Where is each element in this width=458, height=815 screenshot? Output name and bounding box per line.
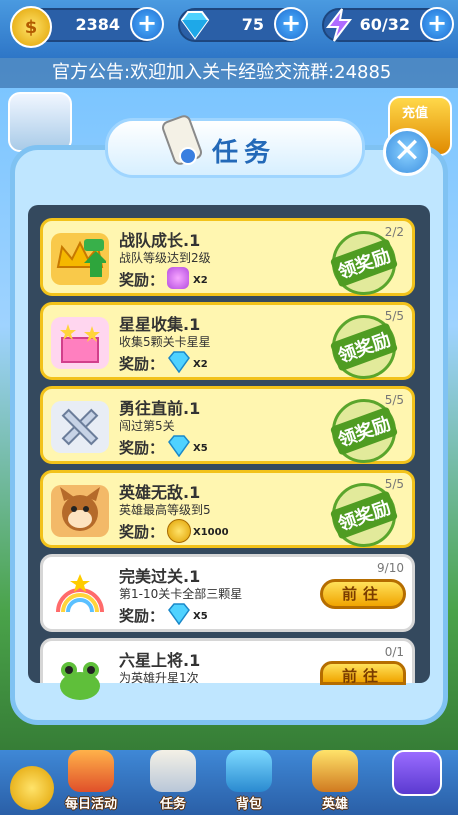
task-progress: 0/1 <box>384 645 404 659</box>
exp-crown-icon <box>51 233 109 285</box>
task-name: 六星上将.1 <box>119 651 201 670</box>
task-name: 完美过关.1 <box>119 567 201 586</box>
nav-label: 英雄 <box>321 797 348 812</box>
task-row: 星星收集.1 收集5颗关卡星星 奖励： X2 5/5 领奖励 <box>40 302 415 380</box>
reward-label: 奖励： <box>119 271 165 289</box>
announcement-marquee: 官方公告:欢迎加入关卡经验交流群:24885 <box>0 58 458 88</box>
nav-label: 每日活动 <box>64 797 117 812</box>
task-row: 战队成长.1 战队等级达到2级 奖励： X2 2/2 领奖励 <box>40 218 415 296</box>
add-gold-button[interactable]: + <box>130 7 164 41</box>
claim-reward-button[interactable]: 领奖励 <box>326 399 402 463</box>
task-row: 英雄无敌.1 英雄最高等级到5 奖励： X1000 5/5 领奖励 <box>40 470 415 548</box>
go-button[interactable]: 前往 <box>320 579 406 609</box>
star-gift-icon <box>51 317 109 369</box>
task-progress: 9/10 <box>377 561 404 575</box>
hero-face-icon <box>51 485 109 537</box>
hero-icon <box>312 750 358 792</box>
gold-coin-icon: $ <box>10 6 52 48</box>
rainbow-stars-icon <box>51 569 109 621</box>
close-button[interactable]: ✕ <box>383 128 431 176</box>
diamond-icon <box>167 351 190 374</box>
task-description: 战队等级达到2级 <box>119 251 211 265</box>
diamond-icon <box>167 603 190 626</box>
gem-value: 75 <box>241 15 264 34</box>
go-button[interactable]: 前往 <box>320 661 406 685</box>
crossed-swords-icon <box>51 401 109 453</box>
gift-icon <box>68 750 114 792</box>
add-energy-button[interactable]: + <box>420 7 454 41</box>
potion-icon <box>167 267 189 289</box>
task-name: 星星收集.1 <box>119 315 201 334</box>
diamond-icon <box>167 435 190 458</box>
recharge-label: 充值 <box>402 106 429 121</box>
reward-amount: X5 <box>193 611 208 622</box>
sign-in-icon[interactable] <box>8 92 72 152</box>
add-gems-button[interactable]: + <box>274 7 308 41</box>
gold-counter: $ 2384 + <box>10 6 164 48</box>
reward-label: 奖励： <box>119 439 165 457</box>
dialog-title: 任务 <box>212 138 277 168</box>
lightning-icon <box>320 6 358 44</box>
gold-coin-icon <box>167 519 191 543</box>
task-row: 六星上将.1 为英雄升星1次 0/1 前往 <box>40 638 415 700</box>
reward-label: 奖励： <box>119 523 165 541</box>
task-row: 完美过关.1 第1-10关卡全部三颗星 奖励： X5 9/10 前往 <box>40 554 415 632</box>
nav-tasks[interactable]: 任务 <box>142 748 204 812</box>
nav-settings[interactable] <box>4 748 66 812</box>
task-row: 勇往直前.1 闯过第5关 奖励： X5 5/5 领奖励 <box>40 386 415 464</box>
energy-value: 60/32 <box>359 15 410 34</box>
nav-daily-events[interactable]: 每日活动 <box>60 748 122 812</box>
key-icon <box>392 750 442 796</box>
task-description: 英雄最高等级到5 <box>119 503 211 517</box>
reward-label: 奖励： <box>119 355 165 373</box>
task-description: 为英雄升星1次 <box>119 671 199 685</box>
nav-key[interactable] <box>384 748 446 812</box>
reward-amount: X2 <box>193 359 208 370</box>
task-description: 收集5颗关卡星星 <box>119 335 211 349</box>
reward-amount: X5 <box>193 443 208 454</box>
claim-reward-button[interactable]: 领奖励 <box>326 231 402 295</box>
frog-icon <box>51 653 109 705</box>
top-resource-bar: $ 2384 + 75 + 60/32 + <box>0 0 458 58</box>
nav-backpack[interactable]: 背包 <box>218 748 280 812</box>
nav-heroes[interactable]: 英雄 <box>304 748 366 812</box>
scroll-icon <box>150 750 196 792</box>
reward-amount: X2 <box>193 275 208 286</box>
gem-counter: 75 + <box>176 6 308 44</box>
backpack-icon <box>226 750 272 792</box>
task-description: 第1-10关卡全部三颗星 <box>119 587 243 601</box>
gold-value: 2384 <box>75 15 120 34</box>
task-name: 勇往直前.1 <box>119 399 201 418</box>
energy-counter: 60/32 + <box>320 6 454 44</box>
claim-reward-button[interactable]: 领奖励 <box>326 315 402 379</box>
claim-reward-button[interactable]: 领奖励 <box>326 483 402 547</box>
diamond-icon <box>176 6 214 44</box>
reward-label: 奖励： <box>119 607 165 625</box>
reward-amount: X1000 <box>193 527 229 538</box>
nav-label: 背包 <box>235 797 262 812</box>
gear-icon <box>10 766 54 810</box>
task-name: 英雄无敌.1 <box>119 483 201 502</box>
task-name: 战队成长.1 <box>119 231 201 250</box>
nav-label: 任务 <box>159 797 186 812</box>
scroll-icon <box>158 112 208 172</box>
task-description: 闯过第5关 <box>119 419 175 433</box>
